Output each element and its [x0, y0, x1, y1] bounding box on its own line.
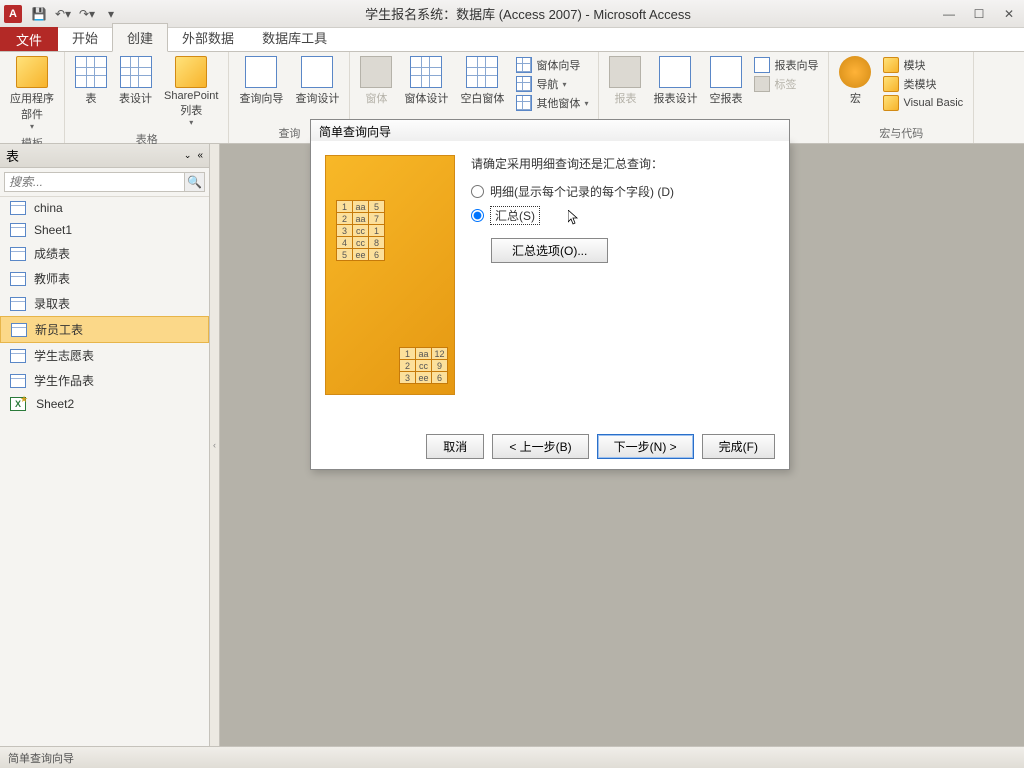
- shutter-collapse-icon[interactable]: «: [197, 150, 203, 161]
- navpane-item-label: 学生作品表: [34, 372, 94, 389]
- statusbar: 简单查询向导: [0, 746, 1024, 768]
- navpane-item[interactable]: Sheet1: [0, 219, 209, 241]
- query-wizard-button[interactable]: 查询向导: [235, 54, 287, 108]
- class-module-button[interactable]: 类模块: [879, 75, 967, 93]
- statusbar-text: 简单查询向导: [8, 750, 74, 766]
- navpane-category-label: 表: [6, 146, 184, 165]
- table-icon: [10, 349, 26, 363]
- blank-report-button[interactable]: 空报表: [705, 54, 746, 108]
- navpane-item-label: 学生志愿表: [34, 347, 94, 364]
- report-wizard-button[interactable]: 报表向导: [750, 56, 822, 74]
- simple-query-wizard-dialog: 简单查询向导 1aa52aa73cc14cc85ee6 1aa122cc93ee…: [310, 140, 790, 470]
- navpane-item[interactable]: 成绩表: [0, 241, 209, 266]
- macro-button[interactable]: 宏: [835, 54, 875, 108]
- back-button[interactable]: < 上一步(B): [492, 434, 588, 459]
- ribbon-group-macros: 宏 模块 类模块 Visual Basic 宏与代码: [829, 52, 974, 143]
- qat-customize-icon[interactable]: ▾: [100, 3, 122, 25]
- wizard-title: 简单查询向导: [310, 119, 790, 141]
- navigation-button[interactable]: 导航: [512, 75, 592, 93]
- radio-detail[interactable]: 明细(显示每个记录的每个字段) (D): [471, 180, 775, 203]
- navpane-item[interactable]: 新员工表: [0, 316, 209, 343]
- search-icon[interactable]: 🔍: [185, 172, 205, 192]
- navpane-item-label: 录取表: [34, 295, 70, 312]
- navpane-item[interactable]: 学生志愿表: [0, 343, 209, 368]
- navpane-item[interactable]: X★Sheet2: [0, 393, 209, 415]
- navpane-list: chinaSheet1成绩表教师表录取表新员工表学生志愿表学生作品表X★Shee…: [0, 197, 209, 746]
- table-icon: [11, 323, 27, 337]
- other-forms-button[interactable]: 其他窗体: [512, 94, 592, 112]
- table-icon: [10, 247, 26, 261]
- window-title: 学生报名系统：数据库 (Access 2007) - Microsoft Acc…: [122, 4, 934, 23]
- navpane-header[interactable]: 表 ⌄ «: [0, 144, 209, 168]
- navpane-item-label: 教师表: [34, 270, 70, 287]
- table-icon: [10, 201, 26, 215]
- tab-create[interactable]: 创建: [112, 23, 168, 52]
- tab-home[interactable]: 开始: [58, 24, 112, 51]
- shutter-bar[interactable]: ‹: [210, 144, 220, 746]
- redo-icon[interactable]: ↷▾: [76, 3, 98, 25]
- navpane-item-label: Sheet2: [36, 397, 74, 411]
- table-icon: [10, 297, 26, 311]
- query-design-button[interactable]: 查询设计: [291, 54, 343, 108]
- table-icon: [10, 223, 26, 237]
- ribbon-group-templates: 应用程序 部件 模板: [0, 52, 65, 143]
- blank-form-button[interactable]: 空白窗体: [456, 54, 508, 108]
- quick-access-toolbar: A 💾 ↶▾ ↷▾ ▾: [0, 3, 122, 25]
- table-button[interactable]: 表: [71, 54, 111, 108]
- navpane-item-label: 成绩表: [34, 245, 70, 262]
- navigation-pane: 表 ⌄ « 🔍 china Sheet1 成绩表教师表录取表新员工表学生志愿表学生作…: [0, 144, 210, 746]
- tab-external-data[interactable]: 外部数据: [168, 24, 248, 51]
- table-icon: [10, 374, 26, 388]
- navpane-item[interactable]: 录取表: [0, 291, 209, 316]
- minimize-button[interactable]: —: [934, 4, 964, 24]
- cursor-icon: [568, 210, 580, 226]
- table-design-button[interactable]: 表设计: [115, 54, 156, 108]
- search-input[interactable]: [4, 172, 185, 192]
- labels-button: 标签: [750, 75, 822, 93]
- navpane-item-label: 新员工表: [35, 321, 83, 338]
- report-design-button[interactable]: 报表设计: [649, 54, 701, 108]
- ribbon-tab-strip: 文件 开始 创建 外部数据 数据库工具: [0, 28, 1024, 52]
- form-button: 窗体: [356, 54, 396, 108]
- ribbon-group-tables: 表 表设计 SharePoint 列表 表格: [65, 52, 229, 143]
- navpane-item[interactable]: 学生作品表: [0, 368, 209, 393]
- access-logo-icon: A: [4, 5, 22, 23]
- next-button[interactable]: 下一步(N) >: [597, 434, 694, 459]
- maximize-button[interactable]: ☐: [964, 4, 994, 24]
- wizard-prompt: 请确定采用明细查询还是汇总查询：: [471, 155, 775, 172]
- group-label-macros: 宏与代码: [835, 123, 967, 143]
- form-wizard-button[interactable]: 窗体向导: [512, 56, 592, 74]
- tab-database-tools[interactable]: 数据库工具: [248, 24, 341, 51]
- star-icon: ★: [20, 394, 28, 405]
- navpane-search: 🔍: [0, 168, 209, 197]
- navpane-item-label: china: [34, 201, 63, 215]
- finish-button[interactable]: 完成(F): [702, 434, 775, 459]
- sharepoint-lists-button[interactable]: SharePoint 列表: [160, 54, 222, 129]
- navpane-item-label: Sheet1: [34, 223, 72, 237]
- form-design-button[interactable]: 窗体设计: [400, 54, 452, 108]
- cancel-button[interactable]: 取消: [426, 434, 484, 459]
- summary-options-button[interactable]: 汇总选项(O)...: [491, 238, 608, 263]
- navpane-item[interactable]: china: [0, 197, 209, 219]
- tab-file[interactable]: 文件: [0, 27, 58, 51]
- radio-summary[interactable]: 汇总(S): [471, 203, 775, 228]
- close-button[interactable]: ✕: [994, 4, 1024, 24]
- navpane-item[interactable]: 教师表: [0, 266, 209, 291]
- undo-icon[interactable]: ↶▾: [52, 3, 74, 25]
- chevron-down-icon[interactable]: ⌄: [184, 150, 192, 161]
- wizard-preview-image: 1aa52aa73cc14cc85ee6 1aa122cc93ee6: [325, 155, 455, 395]
- module-button[interactable]: 模块: [879, 56, 967, 74]
- save-icon[interactable]: 💾: [28, 3, 50, 25]
- visual-basic-button[interactable]: Visual Basic: [879, 94, 967, 112]
- table-icon: [10, 272, 26, 286]
- report-button: 报表: [605, 54, 645, 108]
- app-parts-button[interactable]: 应用程序 部件: [6, 54, 58, 133]
